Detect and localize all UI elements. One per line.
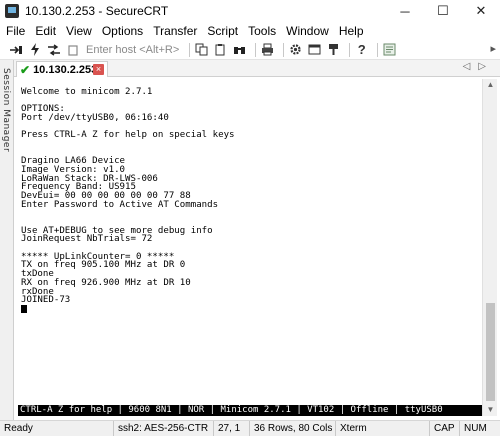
status-ready: Ready bbox=[0, 420, 114, 436]
keymap-icon[interactable] bbox=[326, 42, 341, 57]
menu-options[interactable]: Options bbox=[102, 24, 143, 38]
session-manager-label: Session Manager bbox=[1, 68, 11, 153]
quick-connect-icon[interactable] bbox=[27, 42, 42, 57]
terminal-line: JoinRequest NbTrials= 72 bbox=[21, 234, 153, 245]
menu-tools[interactable]: Tools bbox=[248, 24, 276, 38]
tab-label: 10.130.2.253 bbox=[33, 63, 98, 76]
connect-icon[interactable] bbox=[8, 42, 23, 57]
tab-session[interactable]: ✔ 10.130.2.253 × bbox=[16, 61, 108, 77]
terminal-line: TX on freq 905.100 MHz at DR 0 bbox=[21, 260, 186, 271]
toolbar-separator bbox=[349, 42, 351, 57]
terminal-line: rxDone bbox=[21, 286, 54, 297]
scrollbar-thumb[interactable] bbox=[486, 303, 495, 401]
minimize-button[interactable]: ─ bbox=[386, 0, 424, 22]
tab-scroll-arrows[interactable]: ◁▷ bbox=[463, 61, 494, 72]
minicom-status-line: CTRL-A Z for help | 9600 8N1 | NOR | Min… bbox=[18, 405, 482, 416]
menu-window[interactable]: Window bbox=[286, 24, 329, 38]
terminal-cursor bbox=[21, 304, 27, 313]
tabs-icon[interactable] bbox=[46, 42, 61, 57]
menu-script[interactable]: Script bbox=[207, 24, 238, 38]
status-emulation: Xterm bbox=[336, 420, 430, 436]
toolbar-separator bbox=[283, 42, 285, 57]
toolbar-separator bbox=[189, 42, 191, 57]
window-title: 10.130.2.253 - SecureCRT bbox=[25, 4, 169, 18]
toolbar: Enter host <Alt+R> ? ▸ bbox=[0, 40, 500, 60]
menu-transfer[interactable]: Transfer bbox=[153, 24, 197, 38]
session-manager-panel[interactable]: Session Manager bbox=[0, 60, 14, 420]
settings-icon[interactable] bbox=[288, 42, 303, 57]
maximize-button[interactable]: ☐ bbox=[424, 0, 462, 22]
tab-close-button[interactable]: × bbox=[93, 64, 104, 75]
tab-bar: ✔ 10.130.2.253 × ◁▷ bbox=[14, 60, 500, 77]
title-bar: 10.130.2.253 - SecureCRT ─ ☐ ✕ bbox=[0, 0, 500, 22]
connected-check-icon: ✔ bbox=[20, 62, 31, 77]
menu-bar: File Edit View Options Transfer Script T… bbox=[0, 22, 500, 40]
menu-edit[interactable]: Edit bbox=[35, 24, 56, 38]
toolbar-separator bbox=[377, 42, 379, 57]
toolbar-overflow-icon[interactable]: ▸ bbox=[490, 42, 496, 55]
terminal-line: Welcome to minicom 2.7.1 bbox=[21, 86, 153, 97]
terminal-screen[interactable]: Welcome to minicom 2.7.1 OPTIONS: Port /… bbox=[18, 79, 482, 405]
status-caps-lock: CAP bbox=[430, 420, 460, 436]
status-terminal-size: 36 Rows, 80 Cols bbox=[250, 420, 336, 436]
host-input[interactable]: Enter host <Alt+R> bbox=[86, 44, 179, 56]
menu-file[interactable]: File bbox=[6, 24, 25, 38]
window-controls: ─ ☐ ✕ bbox=[386, 0, 500, 22]
terminal-line: Enter Password to Active AT Commands bbox=[21, 199, 219, 210]
sftp-icon[interactable] bbox=[382, 42, 397, 57]
scroll-up-arrow-icon[interactable]: ▲ bbox=[483, 79, 498, 91]
menu-help[interactable]: Help bbox=[339, 24, 364, 38]
status-bar: Ready ssh2: AES-256-CTR 27, 1 36 Rows, 8… bbox=[0, 420, 500, 436]
help-icon[interactable]: ? bbox=[354, 42, 369, 57]
terminal-line: JOINED-73 bbox=[21, 295, 71, 306]
status-cursor-position: 27, 1 bbox=[214, 420, 250, 436]
terminal-line: RX on freq 926.900 MHz at DR 10 bbox=[21, 277, 191, 288]
copy-icon[interactable] bbox=[194, 42, 209, 57]
close-button[interactable]: ✕ bbox=[462, 0, 500, 22]
scroll-down-arrow-icon[interactable]: ▼ bbox=[483, 404, 498, 416]
find-icon[interactable] bbox=[232, 42, 247, 57]
paste-icon[interactable] bbox=[213, 42, 228, 57]
status-num-lock: NUM bbox=[464, 422, 487, 434]
terminal-line: Press CTRL-A Z for help on special keys bbox=[21, 130, 235, 141]
toolbar-separator bbox=[255, 42, 257, 57]
terminal-line: Port /dev/ttyUSB0, 06:16:40 bbox=[21, 112, 169, 123]
disconnect-icon[interactable] bbox=[65, 42, 80, 57]
menu-view[interactable]: View bbox=[66, 24, 92, 38]
options-icon[interactable] bbox=[307, 42, 322, 57]
status-cipher: ssh2: AES-256-CTR bbox=[114, 420, 214, 436]
terminal-scrollbar[interactable]: ▲ ▼ bbox=[482, 79, 497, 416]
print-icon[interactable] bbox=[260, 42, 275, 57]
securecrt-app-icon bbox=[5, 4, 19, 18]
terminal-cursor-line bbox=[18, 304, 482, 314]
